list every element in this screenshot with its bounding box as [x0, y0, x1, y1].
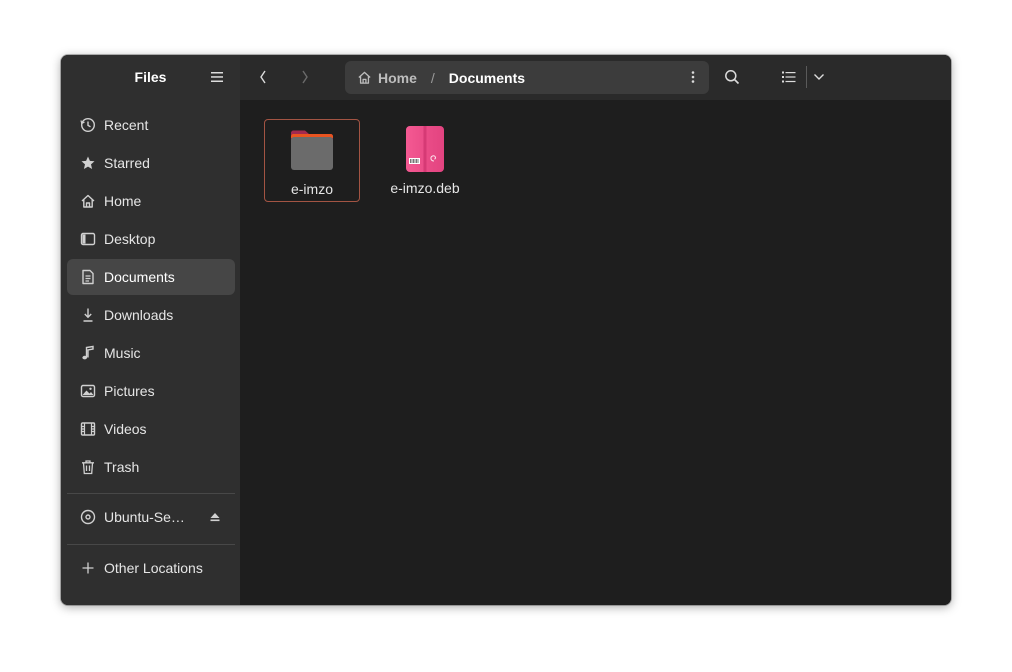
sidebar-item-label: Videos: [104, 421, 147, 437]
view-options-button[interactable]: [809, 64, 829, 90]
search-button[interactable]: [721, 64, 743, 90]
search-icon: [725, 70, 740, 85]
sidebar-item-label: Other Locations: [104, 560, 203, 576]
sidebar-item-label: Documents: [104, 269, 175, 285]
file-name: e-imzo.deb: [390, 180, 460, 196]
path-bar: Home / Documents: [345, 61, 709, 94]
sidebar-item-trash[interactable]: Trash: [67, 449, 235, 485]
debian-package-icon: [406, 126, 444, 172]
film-icon: [80, 421, 96, 437]
optical-disc-icon: [80, 509, 96, 525]
sidebar-places: Recent Starred Home Desktop Documents Do…: [67, 107, 235, 487]
file-view: e-imzo e-imzo.deb: [240, 100, 951, 605]
sidebar-item-label: Desktop: [104, 231, 156, 247]
sidebar-item-documents[interactable]: Documents: [67, 259, 235, 295]
sidebar-item-music[interactable]: Music: [67, 335, 235, 371]
chevron-down-icon: [814, 74, 824, 80]
breadcrumb-home-label: Home: [378, 69, 417, 86]
sidebar-item-device[interactable]: Ubuntu-Se…: [67, 499, 235, 535]
trash-icon: [80, 459, 96, 475]
folder-icon: [291, 130, 333, 170]
sidebar-header: Files: [61, 55, 240, 100]
sidebar-item-home[interactable]: Home: [67, 183, 235, 219]
picture-icon: [80, 383, 96, 399]
sidebar-item-label: Pictures: [104, 383, 155, 399]
main-area: Home / Documents e-imzo e-imzo.deb: [240, 55, 951, 605]
sidebar-item-label: Home: [104, 193, 142, 209]
sidebar: Files Recent Starred Home Desktop Docume…: [61, 55, 240, 605]
sidebar-item-other-locations[interactable]: Other Locations: [67, 550, 235, 586]
view-button-divider: [806, 66, 807, 88]
chevron-left-icon: [260, 70, 266, 84]
music-note-icon: [80, 345, 96, 361]
file-item-deb[interactable]: e-imzo.deb: [377, 119, 473, 202]
hamburger-icon: [211, 72, 223, 82]
list-view-button[interactable]: [778, 64, 800, 90]
document-icon: [80, 269, 96, 285]
sidebar-separator: [67, 544, 235, 545]
vertical-ellipsis-icon: [691, 71, 695, 83]
sidebar-item-starred[interactable]: Starred: [67, 145, 235, 181]
star-icon: [80, 155, 96, 171]
sidebar-item-videos[interactable]: Videos: [67, 411, 235, 447]
breadcrumb-separator: /: [430, 69, 435, 86]
header-bar: Home / Documents: [240, 55, 951, 100]
sidebar-item-label: Recent: [104, 117, 149, 133]
clock-icon: [80, 117, 96, 133]
sidebar-item-pictures[interactable]: Pictures: [67, 373, 235, 409]
sidebar-item-label: Music: [104, 345, 141, 361]
download-icon: [80, 307, 96, 323]
sidebar-item-label: Starred: [104, 155, 150, 171]
breadcrumb-home[interactable]: Home: [357, 70, 417, 86]
sidebar-item-label: Trash: [104, 459, 140, 475]
home-icon: [358, 71, 371, 84]
chevron-right-icon: [302, 70, 308, 84]
sidebar-item-downloads[interactable]: Downloads: [67, 297, 235, 333]
sidebar-item-desktop[interactable]: Desktop: [67, 221, 235, 257]
sidebar-item-label: Ubuntu-Se…: [104, 509, 185, 525]
file-item-folder[interactable]: e-imzo: [264, 119, 360, 202]
eject-icon[interactable]: [209, 511, 221, 523]
files-window: Files Recent Starred Home Desktop Docume…: [61, 55, 951, 605]
sidebar-item-recent[interactable]: Recent: [67, 107, 235, 143]
desktop-icon: [80, 231, 96, 247]
sidebar-separator: [67, 493, 235, 494]
forward-button[interactable]: [294, 64, 316, 90]
breadcrumb-current[interactable]: Documents: [449, 70, 525, 86]
back-button[interactable]: [252, 64, 274, 90]
main-menu-button[interactable]: [208, 68, 226, 86]
home-icon: [80, 193, 96, 209]
plus-icon: [80, 560, 96, 576]
file-name: e-imzo: [290, 181, 333, 197]
list-view-icon: [782, 71, 796, 83]
path-menu-button[interactable]: [685, 69, 701, 85]
sidebar-item-label: Downloads: [104, 307, 174, 323]
